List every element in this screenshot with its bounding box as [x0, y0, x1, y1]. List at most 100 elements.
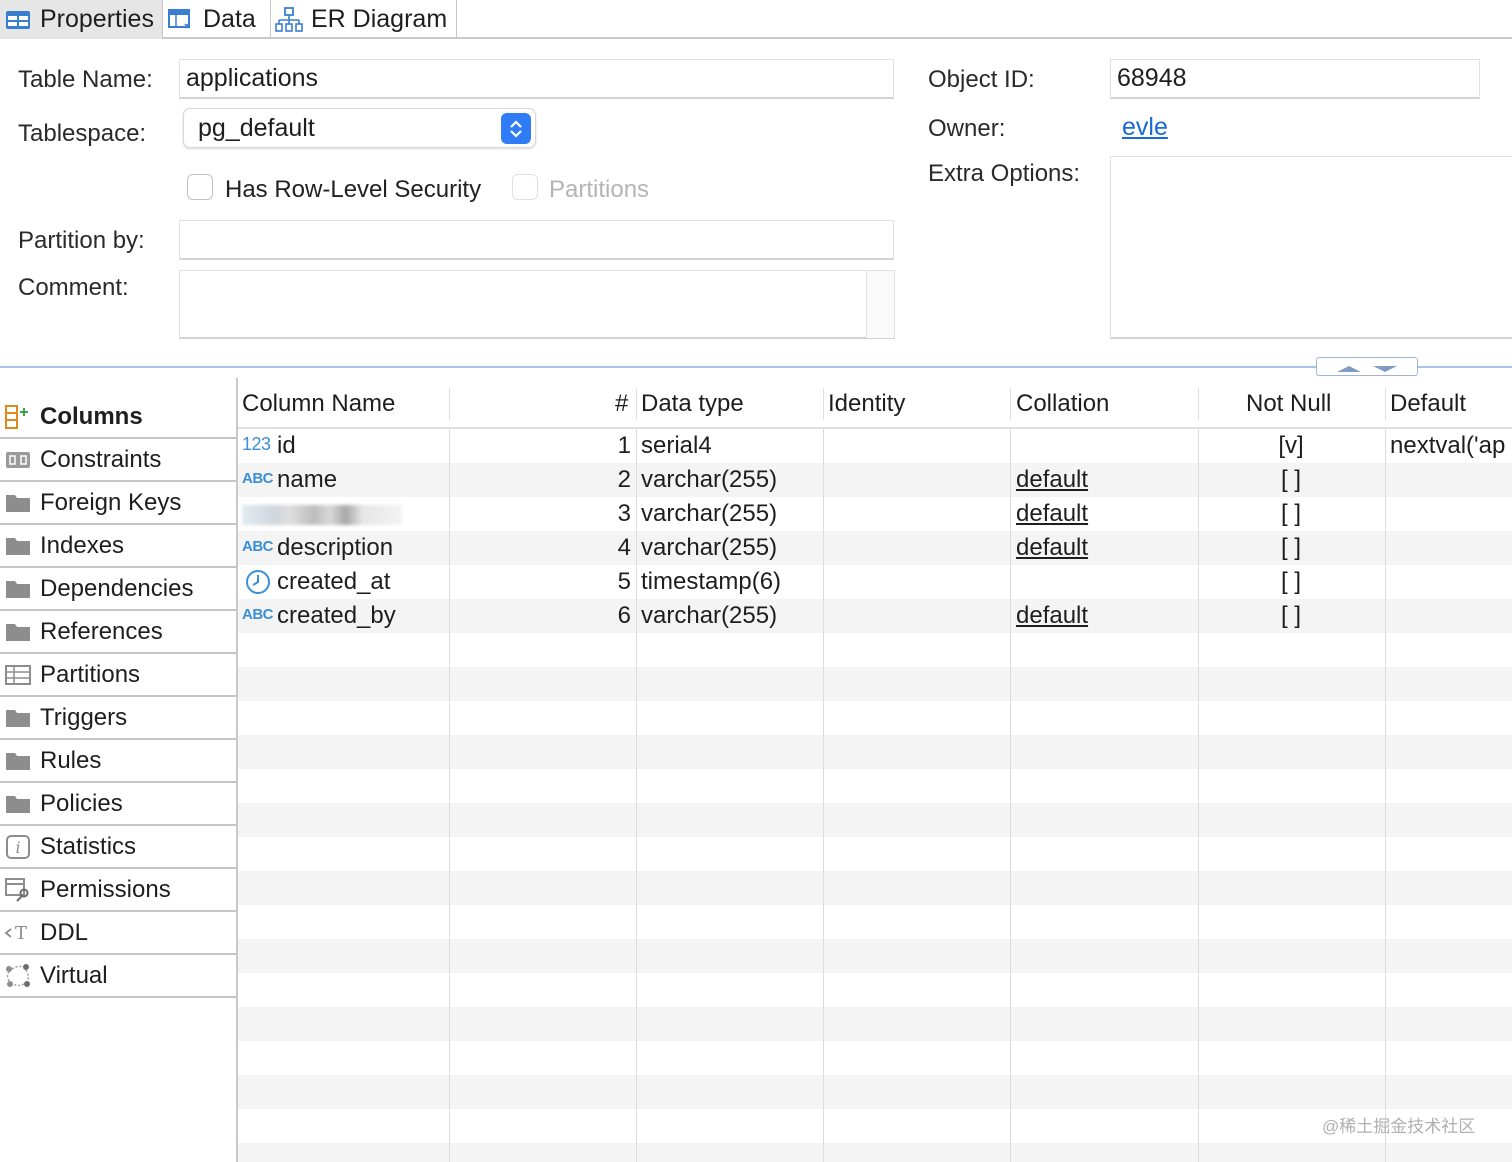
sidebar-item-policies[interactable]: Policies: [0, 783, 236, 826]
comment-textarea[interactable]: [179, 270, 895, 339]
svg-text:T: T: [15, 923, 27, 944]
header-separator: [636, 388, 637, 420]
owner-label: Owner:: [928, 115, 1006, 142]
tab-data[interactable]: Data: [163, 0, 271, 39]
object-id-field[interactable]: 68948: [1110, 59, 1480, 99]
cell-data-type: varchar(255): [641, 602, 778, 629]
folder-icon: [3, 619, 33, 645]
table-row[interactable]: ABC description 4 varchar(255) default […: [238, 531, 1512, 565]
sidebar-item-virtual[interactable]: Virtual: [0, 955, 236, 998]
folder-icon: [3, 705, 33, 731]
constraints-icon: [3, 447, 33, 473]
sidebar-item-partitions[interactable]: Partitions: [0, 654, 236, 697]
header-number[interactable]: #: [615, 390, 628, 418]
cell-data-type: varchar(255): [641, 500, 778, 527]
sidebar-item-label: Dependencies: [40, 574, 194, 602]
panel-splitter[interactable]: [0, 366, 1512, 368]
tab-properties[interactable]: Properties: [0, 0, 163, 39]
empty-row: [238, 701, 1512, 735]
header-default[interactable]: Default: [1390, 390, 1466, 418]
table-name-input[interactable]: applications: [179, 59, 894, 99]
extra-options-textarea[interactable]: [1110, 156, 1512, 339]
cell-not-null: [v]: [1278, 432, 1304, 459]
sidebar-item-triggers[interactable]: Triggers: [0, 697, 236, 740]
string-type-icon: ABC: [242, 470, 274, 487]
header-separator: [823, 388, 824, 420]
sidebar-item-ddl[interactable]: T DDL: [0, 912, 236, 955]
cell-default: nextval('ap: [1390, 432, 1506, 459]
collapse-up-icon: [1336, 353, 1362, 381]
column-divider: [1385, 429, 1386, 1162]
cell-column-name: created_by: [277, 602, 396, 629]
sidebar-item-foreign-keys[interactable]: Foreign Keys: [0, 482, 236, 525]
tab-data-label: Data: [203, 5, 256, 33]
cell-column-name: description: [277, 534, 394, 561]
header-separator: [1010, 388, 1011, 420]
empty-row: [238, 1007, 1512, 1041]
column-divider: [823, 429, 824, 1162]
tablespace-label: Tablespace:: [18, 120, 147, 147]
sidebar-item-rules[interactable]: Rules: [0, 740, 236, 783]
empty-row: [238, 803, 1512, 837]
tab-properties-label: Properties: [40, 5, 154, 33]
sidebar-item-label: Partitions: [40, 660, 141, 688]
sidebar-item-dependencies[interactable]: Dependencies: [0, 568, 236, 611]
partitions-checkbox-label: Partitions: [549, 176, 650, 203]
empty-row: [238, 1109, 1512, 1143]
tab-er-diagram[interactable]: ER Diagram: [271, 0, 457, 39]
sidebar-item-constraints[interactable]: Constraints: [0, 439, 236, 482]
header-separator: [1385, 388, 1386, 420]
collation-link[interactable]: default: [1016, 602, 1088, 630]
sidebar-item-permissions[interactable]: Permissions: [0, 869, 236, 912]
comment-scrollbar[interactable]: [866, 271, 894, 338]
sidebar-item-label: Foreign Keys: [40, 488, 182, 516]
header-column-name[interactable]: Column Name: [242, 390, 395, 418]
owner-link[interactable]: evle: [1122, 113, 1168, 142]
collapse-toggle-button[interactable]: [1316, 357, 1418, 376]
empty-row: [238, 837, 1512, 871]
header-collation[interactable]: Collation: [1016, 390, 1109, 418]
sidebar-item-label: DDL: [40, 918, 89, 946]
sidebar-item-indexes[interactable]: Indexes: [0, 525, 236, 568]
properties-sidebar: Columns Constraints Foreign Keys Indexes…: [0, 378, 238, 1162]
header-not-null[interactable]: Not Null: [1246, 390, 1331, 418]
table-row[interactable]: 3 varchar(255) default [ ]: [238, 497, 1512, 531]
redacted-column-name: [242, 505, 402, 525]
header-identity[interactable]: Identity: [828, 390, 905, 418]
folder-icon: [3, 748, 33, 774]
sidebar-item-label: Policies: [40, 789, 123, 817]
tablespace-value: pg_default: [198, 113, 315, 142]
cell-data-type: varchar(255): [641, 534, 778, 561]
table-row[interactable]: created_at 5 timestamp(6) [ ]: [238, 565, 1512, 599]
tablespace-select[interactable]: pg_default: [183, 108, 536, 148]
table-row[interactable]: ABC created_by 6 varchar(255) default [ …: [238, 599, 1512, 633]
sidebar-item-label: Virtual: [40, 961, 108, 989]
cell-number: 6: [617, 602, 631, 629]
cell-column-name: name: [277, 466, 338, 493]
svg-text:i: i: [15, 838, 20, 857]
clock-icon: [245, 569, 271, 602]
sidebar-item-statistics[interactable]: i Statistics: [0, 826, 236, 869]
cell-data-type: timestamp(6): [641, 568, 782, 595]
table-row[interactable]: 123 id 1 serial4 [v] nextval('ap: [238, 429, 1512, 463]
partition-by-input[interactable]: [179, 220, 894, 260]
cell-number: 5: [617, 568, 631, 595]
table-row[interactable]: ABC name 2 varchar(255) default [ ]: [238, 463, 1512, 497]
properties-icon: [4, 8, 32, 32]
sidebar-item-label: Statistics: [40, 832, 137, 860]
empty-row: [238, 871, 1512, 905]
header-data-type[interactable]: Data type: [641, 390, 744, 418]
collation-link[interactable]: default: [1016, 466, 1088, 494]
empty-row: [238, 973, 1512, 1007]
collation-link[interactable]: default: [1016, 500, 1088, 528]
collation-link[interactable]: default: [1016, 534, 1088, 562]
cell-not-null: [ ]: [1280, 602, 1301, 629]
sidebar-item-references[interactable]: References: [0, 611, 236, 654]
empty-row: [238, 1143, 1512, 1162]
empty-row: [238, 939, 1512, 973]
cell-column-name: id: [277, 432, 296, 459]
collapse-down-icon: [1372, 353, 1398, 381]
sidebar-item-columns[interactable]: Columns: [0, 396, 236, 439]
row-level-security-checkbox[interactable]: [187, 174, 213, 200]
tab-er-diagram-label: ER Diagram: [311, 5, 448, 33]
